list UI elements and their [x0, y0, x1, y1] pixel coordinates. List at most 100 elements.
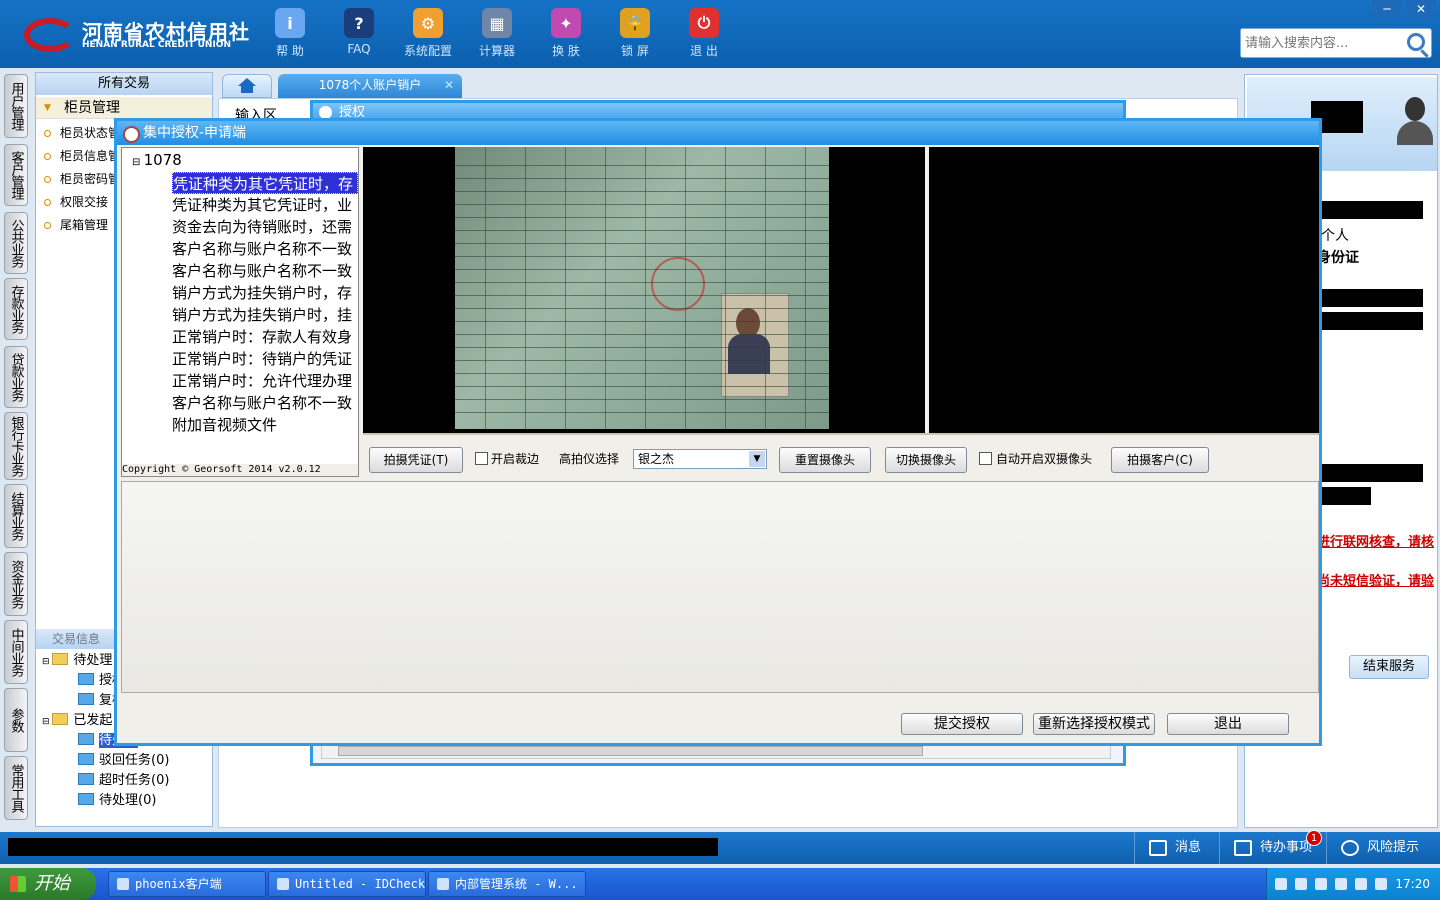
camera-preview-primary: [363, 147, 925, 433]
exit-button[interactable]: 退出: [1167, 713, 1289, 735]
tree-leaf[interactable]: 待处理(0): [78, 791, 156, 811]
auth-reason-item[interactable]: 正常销户时：存款人有效身: [172, 326, 358, 348]
volume-icon[interactable]: [1335, 878, 1347, 890]
toolbar-button[interactable]: ▦ 计算器: [467, 8, 527, 59]
minimize-button[interactable]: ─: [1372, 0, 1402, 18]
camera-controls: 拍摄凭证(T) 开启裁边 高拍仪选择 银之杰 ▼ 重置摄像头 切换摄像头 自动开启…: [363, 439, 1319, 477]
logo-subtitle: HENAN RURAL CREDIT UNION: [82, 40, 231, 50]
todo-count-badge: 1: [1306, 830, 1322, 846]
vnav-tab[interactable]: 存款业务: [4, 278, 28, 340]
help-tray-icon[interactable]: [1295, 878, 1307, 890]
vnav-tab[interactable]: 中间业务: [4, 620, 28, 684]
risk-alert-button[interactable]: 风险提示: [1326, 832, 1440, 864]
auth-reason-item[interactable]: 凭证种类为其它凭证时，存: [172, 172, 358, 194]
vpn-icon[interactable]: [1375, 878, 1387, 890]
submit-auth-button[interactable]: 提交授权: [901, 713, 1023, 735]
settings-icon: ⚙: [413, 8, 443, 38]
switch-camera-button[interactable]: 切换摄像头: [885, 447, 967, 473]
auth-reason-item[interactable]: 销户方式为挂失销户时，挂: [172, 304, 358, 326]
search-box[interactable]: [1240, 28, 1432, 58]
status-bar: 消息 待办事项 风险提示: [0, 832, 1440, 864]
task-icon: [78, 753, 94, 765]
network-icon[interactable]: [1315, 878, 1327, 890]
task-internal-system[interactable]: 内部管理系统 - W...: [428, 871, 586, 897]
toolbar-button[interactable]: ? FAQ: [329, 8, 389, 56]
vnav-tab[interactable]: 银行卡业务: [4, 412, 28, 480]
customer-type: 个人: [1321, 228, 1349, 244]
dual-camera-checkbox[interactable]: [979, 452, 992, 465]
auth-reason-tree[interactable]: ⊟ 1078 凭证种类为其它凭证时，存 凭证种类为其它凭证时，业 资金去向为待销账时…: [121, 147, 359, 477]
vnav-tab[interactable]: 客户管理: [4, 144, 28, 206]
task-icon: [78, 673, 94, 685]
app-tray-icon[interactable]: [1355, 878, 1367, 890]
task-idcheck[interactable]: Untitled - IDCheck: [268, 871, 426, 897]
tree-node-initiated[interactable]: ⊟ 已发起: [42, 711, 112, 731]
mail-icon: [1149, 840, 1167, 856]
task-icon: [78, 733, 94, 745]
vnav-tab[interactable]: 参数: [4, 688, 28, 752]
reset-camera-button[interactable]: 重置摄像头: [779, 447, 871, 473]
keyboard-icon[interactable]: [1275, 878, 1287, 890]
camera-preview-secondary: [929, 147, 1319, 433]
close-tab-icon[interactable]: ✕: [444, 74, 454, 96]
auth-reason-item[interactable]: 凭证种类为其它凭证时，业: [172, 194, 358, 216]
vnav-tab[interactable]: 结算业务: [4, 484, 28, 548]
central-auth-dialog: 集中授权-申请端 ⊟ 1078 凭证种类为其它凭证时，存 凭证种类为其它凭证时，业…: [114, 118, 1322, 746]
toolbar-button[interactable]: i 帮 助: [260, 8, 320, 59]
avatar-icon: [1397, 97, 1433, 145]
vnav-tab[interactable]: 用户管理: [4, 74, 28, 138]
auth-reason-item[interactable]: 正常销户时：待销户的凭证: [172, 348, 358, 370]
search-input[interactable]: [1241, 29, 1401, 57]
tree-leaf[interactable]: 驳回任务(0): [78, 751, 169, 771]
message-button[interactable]: 消息: [1134, 832, 1212, 864]
auth-reason-item[interactable]: 客户名称与账户名称不一致: [172, 260, 358, 282]
auth-reason-item[interactable]: 正常销户时：允许代理办理: [172, 370, 358, 392]
crop-label: 开启裁边: [491, 452, 540, 466]
capture-voucher-button[interactable]: 拍摄凭证(T): [369, 447, 463, 473]
close-window-button[interactable]: ✕: [1406, 0, 1436, 18]
toolbar-button[interactable]: ⏻ 退 出: [674, 8, 734, 59]
tree-leaf[interactable]: 超时任务(0): [78, 771, 169, 791]
toolbar-button[interactable]: 🔒 锁 屏: [605, 8, 665, 59]
reselect-mode-button[interactable]: 重新选择授权模式: [1033, 713, 1155, 735]
auth-reason-item[interactable]: 客户名称与账户名称不一致: [172, 392, 358, 414]
toolbar-button[interactable]: ⚙ 系统配置: [398, 8, 458, 59]
folder-icon: [52, 653, 69, 665]
tree-root[interactable]: ⊟ 1078: [132, 150, 182, 170]
vnav-tab[interactable]: 常用工具: [4, 756, 28, 820]
auth-reason-item[interactable]: 客户名称与账户名称不一致: [172, 238, 358, 260]
start-button[interactable]: 开始: [0, 868, 96, 900]
id-type: 身份证: [1317, 250, 1359, 266]
dialog-title: 集中授权-申请端: [117, 121, 1319, 145]
toolbar-button[interactable]: ✦ 换 肤: [536, 8, 596, 59]
auth-reason-item[interactable]: 销户方式为挂失销户时，存: [172, 282, 358, 304]
search-icon[interactable]: [1407, 33, 1425, 51]
verification-warning-link[interactable]: 进行联网核查，请核: [1317, 531, 1434, 550]
crop-checkbox[interactable]: [475, 452, 488, 465]
tree-node-pending[interactable]: ⊟ 待处理: [42, 651, 112, 671]
task-phoenix[interactable]: phoenix客户端: [108, 871, 266, 897]
toolbar-label: 锁 屏: [621, 44, 649, 58]
capture-customer-button[interactable]: 拍摄客户(C): [1111, 447, 1209, 473]
vnav-tab[interactable]: 贷款业务: [4, 346, 28, 408]
menu-group-teller[interactable]: 柜员管理: [36, 97, 212, 119]
vnav-tab[interactable]: 资金业务: [4, 552, 28, 616]
logo: 河南省农村信用社 HENAN RURAL CREDIT UNION: [20, 12, 249, 56]
task-icon: [78, 693, 94, 705]
auth-reason-item[interactable]: 附加音视频文件: [172, 414, 358, 436]
tab-account-closing[interactable]: 1078个人账户销户 ✕: [278, 74, 462, 98]
end-service-button[interactable]: 结束服务: [1349, 655, 1429, 679]
toolbar-label: 退 出: [690, 44, 718, 58]
auth-reason-item[interactable]: 资金去向为待销账时，还需: [172, 216, 358, 238]
vnav-tab[interactable]: 公共业务: [4, 212, 28, 274]
home-tab[interactable]: [222, 74, 272, 98]
system-tray: 17:20: [1266, 868, 1440, 900]
toolbar-label: 帮 助: [276, 44, 304, 58]
toolbar-label: 换 肤: [552, 44, 580, 58]
dual-camera-label: 自动开启双摄像头: [996, 452, 1093, 466]
toolbar-label: 计算器: [478, 44, 515, 58]
sms-warning-link[interactable]: 尚未短信验证，请验: [1317, 570, 1434, 589]
chevron-down-icon[interactable]: ▼: [749, 451, 765, 467]
scanner-select[interactable]: 银之杰 ▼: [633, 449, 767, 469]
menu-title[interactable]: 所有交易: [36, 73, 212, 95]
